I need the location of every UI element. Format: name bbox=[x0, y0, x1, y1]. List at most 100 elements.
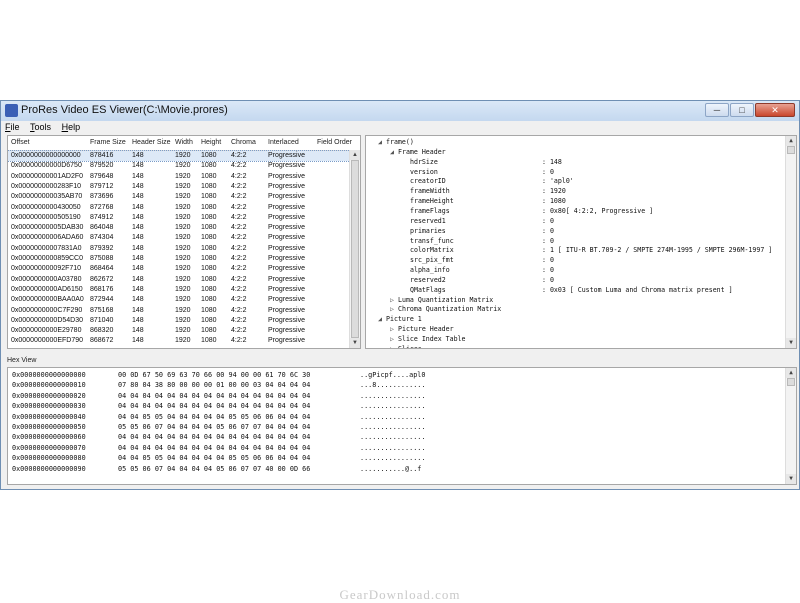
close-button[interactable]: ✕ bbox=[755, 103, 795, 117]
hex-ascii: ................ bbox=[360, 443, 426, 452]
tree-node[interactable]: reserved2 bbox=[402, 276, 446, 286]
hex-offset: 0x0000000000000090 bbox=[12, 464, 86, 473]
tree-node[interactable]: ◢ Picture 1 bbox=[378, 315, 422, 325]
table-cell: Progressive bbox=[268, 224, 305, 232]
table-cell: Progressive bbox=[268, 265, 305, 273]
minimize-button[interactable]: ─ bbox=[705, 103, 729, 117]
collapse-arrow-icon[interactable]: ◢ bbox=[378, 315, 386, 323]
table-cell: 148 bbox=[132, 234, 144, 242]
expand-arrow-icon[interactable]: ▷ bbox=[390, 325, 398, 333]
expand-arrow-icon[interactable]: ▷ bbox=[390, 296, 398, 304]
table-row[interactable]: 0x0000000000000000 878416 148 1920 1080 4:2:2… bbox=[8, 150, 360, 162]
table-row[interactable]: 0x000000000092F710 868464 148 1920 1080 4:2:2… bbox=[8, 264, 360, 274]
tree-node-label: reserved2 bbox=[410, 275, 446, 284]
frame-list[interactable]: Offset Frame Size Header Size Width Height Ch… bbox=[7, 135, 361, 349]
hex-view[interactable]: 0x0000000000000000 00 0D 67 50 69 63 70 6… bbox=[7, 367, 797, 485]
tree-node[interactable]: src_pix_fmt bbox=[402, 256, 454, 266]
table-cell: 879392 bbox=[90, 244, 114, 252]
table-row[interactable]: 0x00000000007831A0 879392 148 1920 1080 4:2:2… bbox=[8, 244, 360, 254]
tree-node[interactable]: version bbox=[402, 168, 438, 178]
menu-help[interactable]: Help bbox=[58, 121, 85, 132]
column-header[interactable]: Height bbox=[201, 139, 221, 146]
table-cell: 148 bbox=[132, 152, 144, 159]
collapse-arrow-icon[interactable]: ◢ bbox=[390, 148, 398, 156]
column-header[interactable]: Interlaced bbox=[268, 139, 299, 146]
table-cell: 1080 bbox=[201, 327, 217, 335]
tree-node[interactable]: creatorID bbox=[402, 177, 446, 187]
table-row[interactable]: 0x000000000035AB70 873696 148 1920 1080 4:2:2… bbox=[8, 192, 360, 202]
tree-node[interactable]: ▷ Slices bbox=[390, 345, 422, 348]
scroll-thumb[interactable] bbox=[787, 146, 795, 154]
tree-node[interactable]: ▷ Chroma Quantization Matrix bbox=[390, 305, 501, 315]
title-bar[interactable]: ProRes Video ES Viewer(C:\Movie.prores) … bbox=[1, 101, 799, 122]
column-header[interactable]: Frame Size bbox=[90, 139, 126, 146]
collapse-arrow-icon[interactable]: ◢ bbox=[378, 138, 386, 146]
expand-arrow-icon[interactable]: ▷ bbox=[390, 305, 398, 313]
tree-node[interactable]: ▷ Luma Quantization Matrix bbox=[390, 296, 493, 306]
scroll-down-arrow-icon[interactable]: ▼ bbox=[786, 338, 796, 348]
column-header[interactable]: Width bbox=[175, 139, 193, 146]
expand-arrow-icon[interactable]: ▷ bbox=[390, 345, 398, 348]
table-row[interactable]: 0x0000000000D54D30 871040 148 1920 1080 4:2:2… bbox=[8, 316, 360, 326]
scroll-up-arrow-icon[interactable]: ▲ bbox=[786, 368, 796, 378]
table-row[interactable]: 0x0000000000A03780 862672 148 1920 1080 4:2:2… bbox=[8, 275, 360, 285]
tree-node[interactable]: ▷ Slice Index Table bbox=[390, 335, 466, 345]
table-cell: 0x00000000000D6750 bbox=[11, 162, 82, 170]
scroll-down-arrow-icon[interactable]: ▼ bbox=[350, 338, 360, 348]
tree-node[interactable]: ▷ Picture Header bbox=[390, 325, 454, 335]
menu-file[interactable]: File bbox=[1, 121, 24, 132]
column-header[interactable]: Field Order bbox=[317, 139, 352, 146]
frame-list-scrollbar[interactable]: ▲ ▼ bbox=[349, 150, 360, 348]
tree-node[interactable]: colorMatrix bbox=[402, 246, 454, 256]
tree-node[interactable]: ◢ frame() bbox=[378, 138, 414, 148]
table-row[interactable]: 0x00000000005DAB30 864048 148 1920 1080 4:2:2… bbox=[8, 223, 360, 233]
column-header[interactable]: Offset bbox=[11, 139, 30, 146]
table-row[interactable]: 0x00000000000D6750 879520 148 1920 1080 4:2:2… bbox=[8, 161, 360, 171]
table-cell: Progressive bbox=[268, 193, 305, 201]
tree-node[interactable]: ◢ Frame Header bbox=[390, 148, 446, 158]
hex-offset: 0x0000000000000040 bbox=[12, 412, 86, 421]
tree-node[interactable]: hdrSize bbox=[402, 158, 438, 168]
scroll-down-arrow-icon[interactable]: ▼ bbox=[786, 474, 796, 484]
tree-node[interactable]: QMatFlags bbox=[402, 286, 446, 296]
table-row[interactable]: 0x0000000000430050 872768 148 1920 1080 4:2:2… bbox=[8, 203, 360, 213]
table-row[interactable]: 0x00000000006ADA60 874304 148 1920 1080 4:2:2… bbox=[8, 233, 360, 243]
table-row[interactable]: 0x0000000000283F10 879712 148 1920 1080 4:2:2… bbox=[8, 182, 360, 192]
tree-node[interactable]: alpha_info bbox=[402, 266, 450, 276]
tree-node-label: version bbox=[410, 167, 438, 176]
frame-tree[interactable]: ◢ frame() ◢ Frame Header hdrSize: 148 version… bbox=[365, 135, 797, 349]
scroll-thumb[interactable] bbox=[351, 160, 359, 338]
tree-node-label: alpha_info bbox=[410, 266, 450, 275]
table-cell: 148 bbox=[132, 285, 144, 293]
table-cell: 1920 bbox=[175, 172, 191, 180]
frame-tree-scrollbar[interactable]: ▲ ▼ bbox=[785, 136, 796, 348]
maximize-button[interactable]: □ bbox=[730, 103, 754, 117]
tree-node[interactable]: transf_func bbox=[402, 237, 454, 247]
menu-tools[interactable]: Tools bbox=[26, 121, 55, 132]
table-row[interactable]: 0x0000000000EFD790 868672 148 1920 1080 4:2:2… bbox=[8, 336, 360, 346]
table-cell: 874304 bbox=[90, 234, 114, 242]
table-row[interactable]: 0x0000000000859CC0 875088 148 1920 1080 4:2:2… bbox=[8, 254, 360, 264]
tree-node[interactable]: frameFlags bbox=[402, 207, 450, 217]
table-row[interactable]: 0x0000000000E29780 868320 148 1920 1080 4:2:2… bbox=[8, 326, 360, 336]
table-cell: Progressive bbox=[268, 285, 305, 293]
column-header[interactable]: Header Size bbox=[132, 139, 171, 146]
tree-node[interactable]: reserved1 bbox=[402, 217, 446, 227]
table-row[interactable]: 0x0000000000BAA0A0 872944 148 1920 1080 4:2:2… bbox=[8, 295, 360, 305]
scroll-up-arrow-icon[interactable]: ▲ bbox=[786, 136, 796, 146]
table-cell: Progressive bbox=[268, 316, 305, 324]
table-cell: Progressive bbox=[268, 327, 305, 335]
tree-node[interactable]: frameWidth bbox=[402, 187, 450, 197]
table-row[interactable]: 0x0000000000AD6150 868176 148 1920 1080 4:2:2… bbox=[8, 285, 360, 295]
table-row[interactable]: 0x0000000000505190 874912 148 1920 1080 4:2:2… bbox=[8, 213, 360, 223]
column-header[interactable]: Chroma bbox=[231, 139, 256, 146]
scroll-thumb[interactable] bbox=[787, 378, 795, 386]
scroll-up-arrow-icon[interactable]: ▲ bbox=[350, 150, 360, 160]
hex-view-scrollbar[interactable]: ▲ ▼ bbox=[785, 368, 796, 484]
expand-arrow-icon[interactable]: ▷ bbox=[390, 335, 398, 343]
tree-node[interactable]: primaries bbox=[402, 227, 446, 237]
table-row[interactable]: 0x0000000000C7F290 875168 148 1920 1080 4:2:2… bbox=[8, 306, 360, 316]
table-cell: 0x00000000005DAB30 bbox=[11, 224, 84, 232]
table-row[interactable]: 0x00000000001AD2F0 879648 148 1920 1080 4:2:2… bbox=[8, 172, 360, 182]
tree-node[interactable]: frameHeight bbox=[402, 197, 454, 207]
